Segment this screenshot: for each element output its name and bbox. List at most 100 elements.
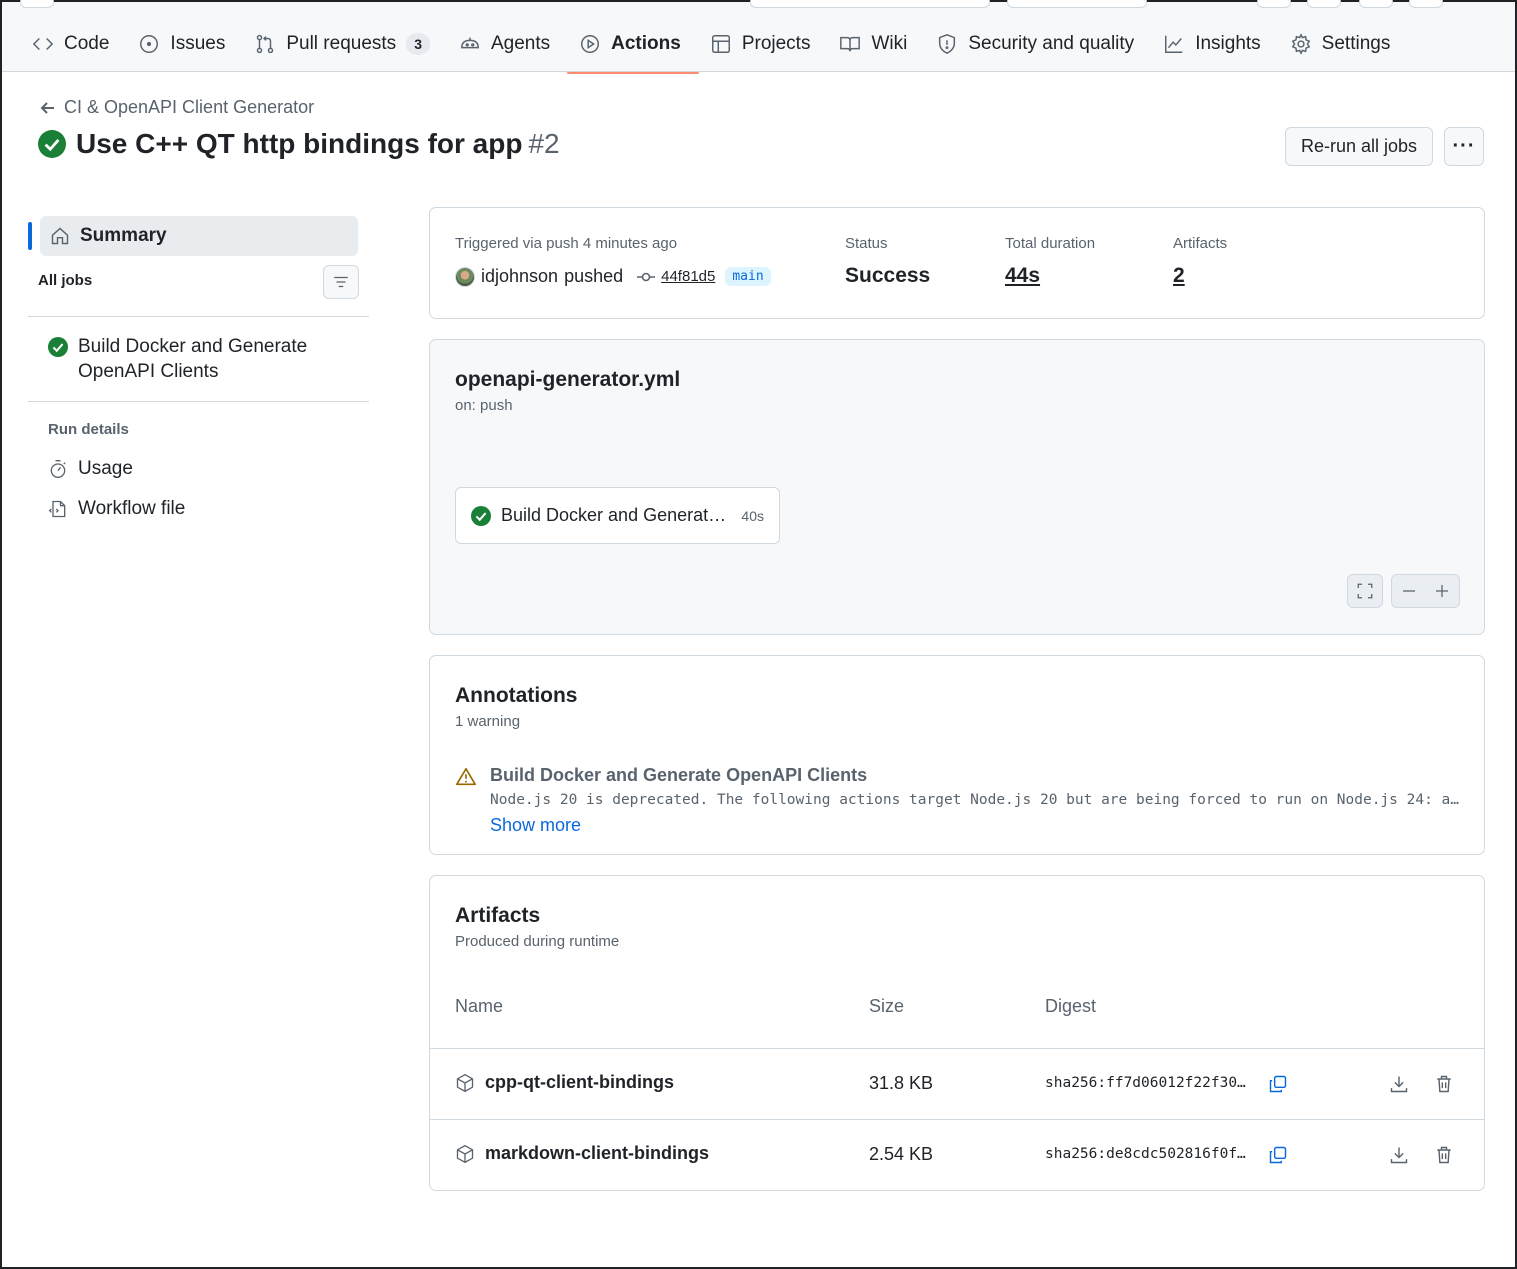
issue-opened-icon xyxy=(140,35,159,53)
fullscreen-button[interactable] xyxy=(1348,575,1382,607)
duration-link[interactable]: 44s xyxy=(1005,264,1040,288)
play-icon xyxy=(581,35,600,53)
tab-label: Insights xyxy=(1195,33,1261,54)
tab-label: Security and quality xyxy=(968,33,1135,54)
sidebar-item-job[interactable]: Build Docker and Generate OpenAPI Client… xyxy=(48,334,348,384)
commit-sha-link[interactable]: 44f81d5 xyxy=(661,268,715,285)
copy-digest-button[interactable] xyxy=(1265,1071,1291,1097)
fullscreen-control xyxy=(1347,574,1383,608)
delete-artifact-button[interactable] xyxy=(1431,1142,1457,1168)
top-header-remnant xyxy=(2,0,1515,10)
tab-label: Settings xyxy=(1321,33,1391,54)
artifact-digest: sha256:de8cdc502816f0f… xyxy=(1045,1146,1246,1162)
pushed-by-row: idjohnson pushed 44f81d5 main xyxy=(455,266,771,287)
run-summary-panel: Triggered via push 4 minutes ago idjohns… xyxy=(429,207,1485,319)
artifacts-title: Artifacts xyxy=(455,904,541,927)
more-options-button[interactable]: ··· xyxy=(1444,127,1484,166)
copy-icon xyxy=(1269,1146,1287,1164)
all-jobs-heading: All jobs xyxy=(38,272,93,289)
copy-digest-button[interactable] xyxy=(1265,1142,1291,1168)
tab-settings[interactable]: Settings xyxy=(1282,24,1399,64)
column-header-name: Name xyxy=(455,996,504,1016)
table-icon xyxy=(711,35,730,53)
tab-agents[interactable]: Agents xyxy=(451,24,558,64)
agent-icon xyxy=(461,37,479,49)
alert-icon xyxy=(456,767,476,786)
tab-label: Projects xyxy=(741,33,811,54)
artifacts-subtitle: Produced during runtime xyxy=(455,933,620,950)
tab-label: Wiki xyxy=(871,33,908,54)
zoom-in-button[interactable] xyxy=(1426,575,1460,607)
code-icon xyxy=(32,37,54,51)
back-to-workflow-link[interactable]: CI & OpenAPI Client Generator xyxy=(40,97,314,118)
plus-icon xyxy=(1436,585,1449,597)
artifacts-count-link[interactable]: 2 xyxy=(1173,264,1185,288)
check-circle-fill-icon xyxy=(48,337,68,357)
artifact-name: markdown-client-bindings xyxy=(485,1143,710,1163)
branch-label[interactable]: main xyxy=(725,267,771,286)
book-icon xyxy=(840,36,861,52)
artifact-name-link[interactable]: cpp-qt-client-bindings xyxy=(455,1072,674,1093)
active-indicator xyxy=(28,222,32,250)
actor-name[interactable]: idjohnson xyxy=(481,266,558,287)
download-artifact-button[interactable] xyxy=(1386,1142,1412,1168)
delete-artifact-button[interactable] xyxy=(1431,1071,1457,1097)
arrow-left-icon xyxy=(40,101,54,114)
download-artifact-button[interactable] xyxy=(1386,1071,1412,1097)
tab-insights[interactable]: Insights xyxy=(1155,24,1268,64)
sidebar-item-label: Usage xyxy=(78,458,133,479)
sidebar-divider xyxy=(28,316,369,317)
job-card[interactable]: Build Docker and Generate OpenAPI Client… xyxy=(455,487,780,544)
trash-icon xyxy=(1437,1146,1451,1164)
tab-pull-requests[interactable]: Pull requests 3 xyxy=(246,24,438,64)
column-header-size: Size xyxy=(869,996,905,1016)
filter-jobs-button[interactable] xyxy=(323,265,359,299)
run-title-row: Use C++ QT http bindings for app #2 xyxy=(38,128,560,160)
artifacts-label: Artifacts xyxy=(1173,235,1228,252)
table-row: markdown-client-bindings 2.54 KB sha256:… xyxy=(430,1120,1484,1190)
job-card-duration: 40s xyxy=(741,507,764,524)
annotation-title[interactable]: Build Docker and Generate OpenAPI Client… xyxy=(490,765,867,786)
artifact-size: 31.8 KB xyxy=(869,1073,934,1093)
tab-wiki[interactable]: Wiki xyxy=(831,24,915,64)
pull-request-count: 3 xyxy=(406,33,430,55)
download-icon xyxy=(1390,1147,1408,1164)
filter-icon xyxy=(334,276,348,288)
show-more-link[interactable]: Show more xyxy=(490,815,581,836)
tab-actions[interactable]: Actions xyxy=(567,24,699,74)
shield-icon xyxy=(939,34,956,54)
avatar[interactable] xyxy=(455,266,475,287)
tab-label: Issues xyxy=(170,33,226,54)
run-details-heading: Run details xyxy=(48,421,129,438)
tab-security[interactable]: Security and quality xyxy=(928,24,1142,64)
artifact-name-link[interactable]: markdown-client-bindings xyxy=(455,1143,709,1164)
workflow-file-name: openapi-generator.yml xyxy=(455,368,681,391)
sidebar-divider xyxy=(28,401,369,402)
duration-label: Total duration xyxy=(1005,235,1096,252)
sidebar-item-usage[interactable]: Usage xyxy=(48,458,133,480)
artifact-digest: sha256:ff7d06012f22f30… xyxy=(1045,1075,1246,1091)
zoom-out-button[interactable] xyxy=(1392,575,1426,607)
tab-projects[interactable]: Projects xyxy=(702,24,819,64)
rerun-all-jobs-button[interactable]: Re-run all jobs xyxy=(1285,127,1433,166)
check-circle-fill-icon xyxy=(38,130,66,158)
git-commit-icon xyxy=(637,272,656,281)
home-icon xyxy=(51,227,69,245)
stopwatch-icon xyxy=(50,460,66,478)
trigger-text: Triggered via push 4 minutes ago xyxy=(455,235,678,252)
run-number: #2 xyxy=(528,128,560,159)
tab-code[interactable]: Code xyxy=(24,24,117,64)
minus-icon xyxy=(1402,590,1415,592)
workflow-name: CI & OpenAPI Client Generator xyxy=(64,97,315,117)
trash-icon xyxy=(1437,1075,1451,1093)
run-title: Use C++ QT http bindings for app xyxy=(76,128,523,159)
git-pull-request-icon xyxy=(257,34,274,54)
sidebar-item-workflow-file[interactable]: Workflow file xyxy=(48,498,185,520)
gear-icon xyxy=(1291,33,1311,55)
repo-navigation: Code Issues Pull requests 3 Agents Actio… xyxy=(2,0,1515,74)
sidebar-item-summary[interactable]: Summary xyxy=(40,216,358,256)
sidebar-item-label: Summary xyxy=(80,225,167,246)
tab-label: Pull requests xyxy=(286,33,397,54)
job-name: Build Docker and Generate OpenAPI Client… xyxy=(78,336,308,382)
tab-issues[interactable]: Issues xyxy=(130,24,233,64)
